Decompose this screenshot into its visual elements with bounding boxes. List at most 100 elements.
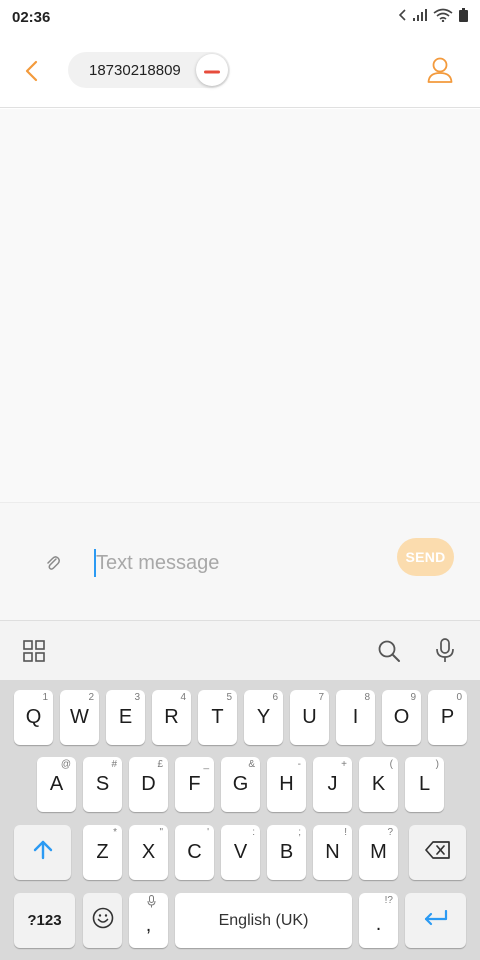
conversation-area bbox=[0, 109, 480, 502]
enter-icon bbox=[423, 909, 449, 931]
key-label: R bbox=[164, 706, 179, 728]
key-hint: & bbox=[248, 759, 255, 770]
key-hint: £ bbox=[157, 759, 163, 770]
space-key[interactable]: English (UK) bbox=[175, 893, 352, 948]
key-m[interactable]: ? M bbox=[359, 825, 398, 880]
key-l[interactable]: ) L bbox=[405, 757, 444, 812]
period-key-hint: !? bbox=[384, 895, 393, 906]
search-icon[interactable] bbox=[375, 637, 403, 665]
comma-key-label: , bbox=[145, 914, 152, 936]
key-s[interactable]: # S bbox=[83, 757, 122, 812]
key-n[interactable]: ! N bbox=[313, 825, 352, 880]
symbols-key-label: ?123 bbox=[27, 912, 62, 929]
key-label: Y bbox=[256, 706, 271, 728]
key-t[interactable]: 5T bbox=[198, 690, 237, 745]
key-p[interactable]: 0P bbox=[428, 690, 467, 745]
key-label: B bbox=[279, 841, 294, 863]
space-key-label: English (UK) bbox=[218, 911, 309, 929]
enter-key[interactable] bbox=[405, 893, 466, 948]
key-hint: 2 bbox=[88, 692, 94, 703]
status-time: 02:36 bbox=[12, 8, 51, 26]
key-label: O bbox=[393, 706, 410, 728]
microphone-icon[interactable] bbox=[431, 637, 459, 665]
key-label: V bbox=[233, 841, 248, 863]
key-label: W bbox=[70, 706, 89, 728]
key-label: M bbox=[370, 841, 387, 863]
key-label: H bbox=[279, 773, 294, 795]
key-o[interactable]: 9O bbox=[382, 690, 421, 745]
key-k[interactable]: (K bbox=[359, 757, 398, 812]
key-hint: 5 bbox=[226, 692, 232, 703]
contact-person-icon[interactable] bbox=[424, 54, 456, 86]
key-label: C bbox=[187, 841, 202, 863]
key-hint: ; bbox=[298, 827, 301, 838]
microphone-icon bbox=[147, 895, 156, 911]
key-x[interactable]: " X bbox=[129, 825, 168, 880]
wifi-icon bbox=[433, 8, 453, 27]
recipient-number: 18730218809 bbox=[89, 61, 181, 79]
key-z[interactable]: * Z bbox=[83, 825, 122, 880]
key-label: I bbox=[352, 706, 359, 728]
key-hint: + bbox=[341, 759, 347, 770]
emoji-icon bbox=[92, 907, 114, 934]
conversation-header: 18730218809 bbox=[0, 34, 480, 108]
key-label: G bbox=[232, 773, 249, 795]
key-hint: 7 bbox=[318, 692, 324, 703]
key-hint: 0 bbox=[456, 692, 462, 703]
key-v[interactable]: :V bbox=[221, 825, 260, 880]
symbols-key[interactable]: ?123 bbox=[14, 893, 75, 948]
key-g[interactable]: & G bbox=[221, 757, 260, 812]
keyboard: 1Q 2W 3E 4R 5T 6Y 7U 8I 9O 0P @ A # S £ D _… bbox=[0, 680, 480, 960]
key-hint: ) bbox=[435, 759, 439, 770]
key-label: K bbox=[371, 773, 386, 795]
apps-grid-icon[interactable] bbox=[20, 637, 48, 665]
key-u[interactable]: 7U bbox=[290, 690, 329, 745]
key-label: J bbox=[327, 773, 338, 795]
paperclip-icon[interactable] bbox=[40, 551, 66, 577]
shift-key[interactable] bbox=[14, 825, 71, 880]
key-f[interactable]: _ F bbox=[175, 757, 214, 812]
key-b[interactable]: ; B bbox=[267, 825, 306, 880]
send-button[interactable]: SEND bbox=[397, 538, 454, 576]
key-y[interactable]: 6Y bbox=[244, 690, 283, 745]
remove-recipient-button[interactable] bbox=[196, 54, 228, 86]
key-j[interactable]: + J bbox=[313, 757, 352, 812]
key-w[interactable]: 2W bbox=[60, 690, 99, 745]
key-hint: : bbox=[252, 827, 255, 838]
period-key[interactable]: !? . bbox=[359, 893, 398, 948]
key-r[interactable]: 4R bbox=[152, 690, 191, 745]
compose-bar: Text message SEND bbox=[0, 502, 480, 620]
key-q[interactable]: 1Q bbox=[14, 690, 53, 745]
backspace-key[interactable] bbox=[409, 825, 466, 880]
key-hint: 3 bbox=[134, 692, 140, 703]
key-i[interactable]: 8I bbox=[336, 690, 375, 745]
key-hint: @ bbox=[60, 759, 71, 770]
key-c[interactable]: ' C bbox=[175, 825, 214, 880]
chevron-left-icon bbox=[398, 8, 407, 26]
key-h[interactable]: -H bbox=[267, 757, 306, 812]
key-a[interactable]: @ A bbox=[37, 757, 76, 812]
comma-key[interactable]: , bbox=[129, 893, 168, 948]
recipient-chip[interactable]: 18730218809 bbox=[68, 52, 230, 88]
backspace-icon bbox=[424, 841, 451, 864]
signal-icon bbox=[413, 8, 427, 26]
key-hint: # bbox=[111, 759, 117, 770]
key-d[interactable]: £ D bbox=[129, 757, 168, 812]
key-hint: - bbox=[297, 759, 301, 770]
key-hint: 6 bbox=[272, 692, 278, 703]
period-key-label: . bbox=[375, 913, 382, 935]
emoji-key[interactable] bbox=[83, 893, 122, 948]
text-message-input[interactable]: Text message bbox=[94, 543, 384, 583]
key-label: E bbox=[118, 706, 133, 728]
key-label: U bbox=[302, 706, 317, 728]
back-arrow-icon[interactable] bbox=[16, 56, 46, 86]
key-hint: ? bbox=[387, 827, 393, 838]
key-hint: * bbox=[113, 827, 117, 838]
key-hint: " bbox=[159, 827, 163, 838]
key-label: N bbox=[325, 841, 340, 863]
key-label: Q bbox=[25, 706, 42, 728]
key-label: L bbox=[418, 773, 431, 795]
key-label: S bbox=[95, 773, 110, 795]
key-e[interactable]: 3E bbox=[106, 690, 145, 745]
key-label: T bbox=[211, 706, 224, 728]
